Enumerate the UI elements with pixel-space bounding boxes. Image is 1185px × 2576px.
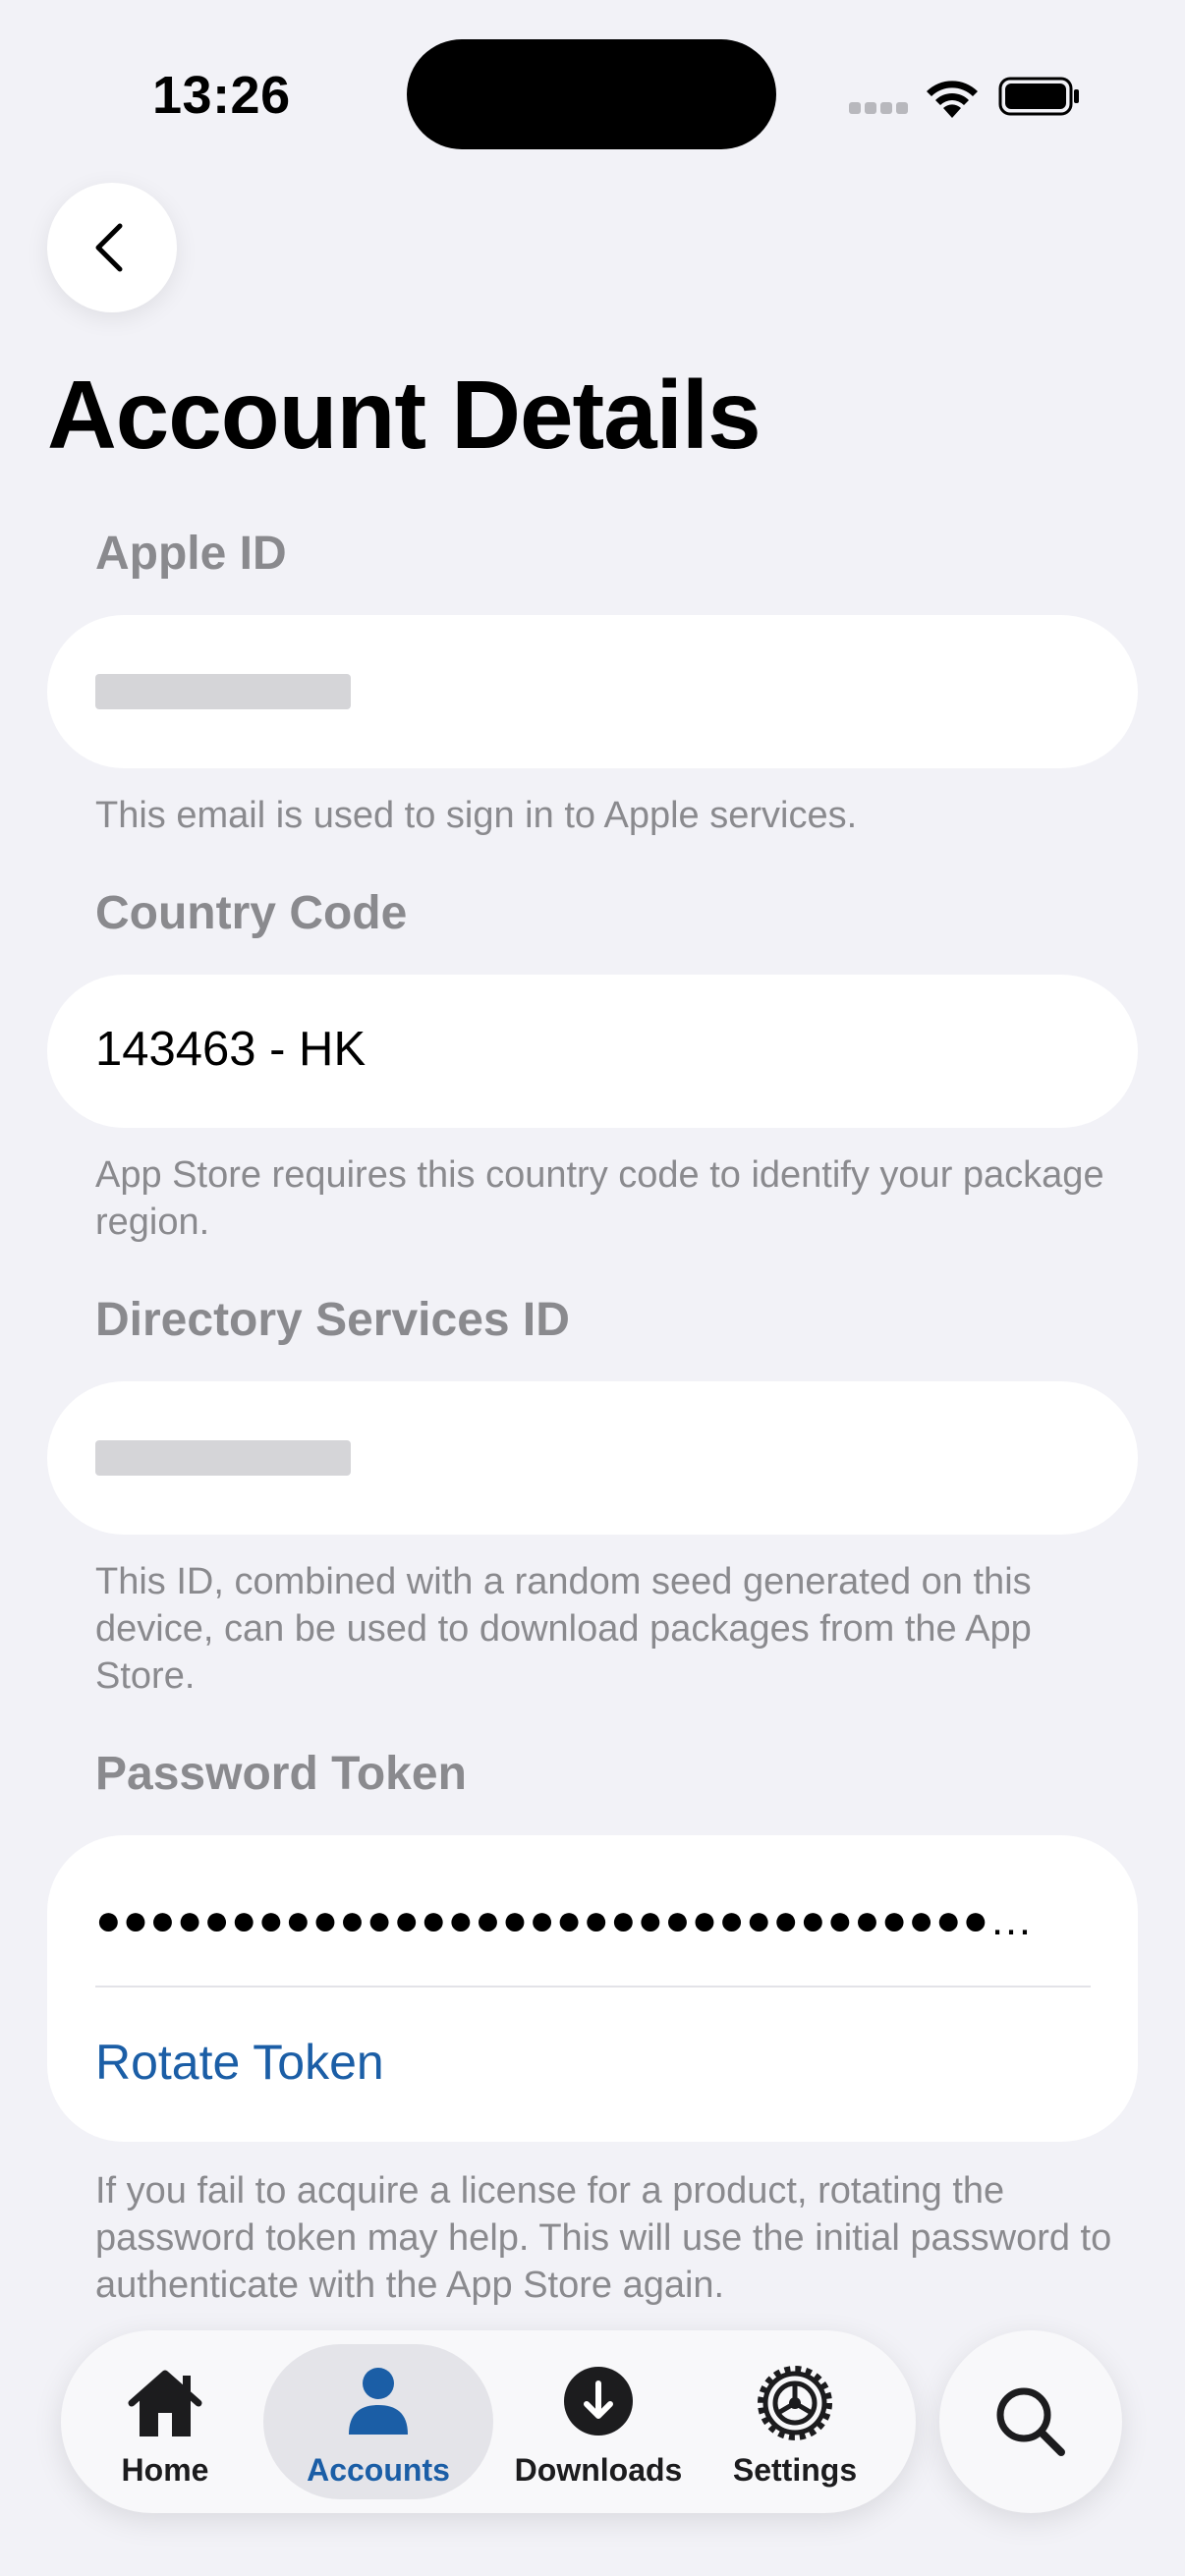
tab-bar: Home Accounts Downloads Settings xyxy=(61,2330,916,2513)
back-button[interactable] xyxy=(47,183,177,312)
apple-id-redacted-value xyxy=(95,674,351,709)
search-button[interactable] xyxy=(939,2330,1122,2513)
house-icon xyxy=(128,2370,202,2436)
tab-downloads-label: Downloads xyxy=(514,2452,683,2488)
password-token-label: Password Token xyxy=(95,1748,467,1800)
tab-accounts-label: Accounts xyxy=(307,2452,450,2488)
password-token-help: If you fail to acquire a license for a p… xyxy=(95,2170,1112,2306)
tab-settings-label: Settings xyxy=(732,2452,858,2488)
download-circle-icon xyxy=(564,2367,633,2436)
directory-services-id-label: Directory Services ID xyxy=(95,1294,570,1346)
magnifying-glass-icon xyxy=(996,2387,1065,2456)
apple-id-field[interactable] xyxy=(47,615,1138,768)
apple-id-help: This email is used to sign in to Apple s… xyxy=(95,795,858,836)
page-title: Account Details xyxy=(47,361,762,469)
tab-home-label: Home xyxy=(121,2452,209,2488)
tab-settings[interactable]: Settings xyxy=(704,2344,886,2499)
country-code-help: App Store requires this country code to … xyxy=(95,1154,1104,1243)
password-token-card: ●●●●●●●●●●●●●●●●●●●●●●●●●●●●●●●●●… Rotat… xyxy=(47,1835,1138,2142)
rotate-token-button[interactable]: Rotate Token xyxy=(95,2034,384,2091)
directory-services-id-redacted-value xyxy=(95,1440,351,1476)
dynamic-island xyxy=(407,39,776,149)
battery-icon xyxy=(998,77,1079,116)
directory-services-id-help: This ID, combined with a random seed gen… xyxy=(95,1561,1032,1697)
gear-icon xyxy=(758,2366,832,2440)
country-code-label: Country Code xyxy=(95,887,408,939)
account-details-screen: 13:26 Account Details Apple ID This emai… xyxy=(0,0,1185,2576)
wifi-icon xyxy=(927,81,978,118)
country-code-value: 143463 - HK xyxy=(95,1023,367,1076)
apple-id-label: Apple ID xyxy=(95,528,287,580)
token-divider xyxy=(95,1986,1091,1988)
country-code-field[interactable]: 143463 - HK xyxy=(47,975,1138,1128)
tab-accounts[interactable]: Accounts xyxy=(263,2344,493,2499)
directory-services-id-field[interactable] xyxy=(47,1381,1138,1535)
person-icon xyxy=(349,2368,408,2435)
cellular-signal-icon xyxy=(849,102,908,116)
tab-downloads[interactable]: Downloads xyxy=(499,2344,698,2499)
status-time: 13:26 xyxy=(152,66,291,125)
password-token-value[interactable]: ●●●●●●●●●●●●●●●●●●●●●●●●●●●●●●●●●… xyxy=(95,1896,1117,1945)
tab-home[interactable]: Home xyxy=(81,2344,250,2499)
chevron-left-icon xyxy=(95,223,123,272)
